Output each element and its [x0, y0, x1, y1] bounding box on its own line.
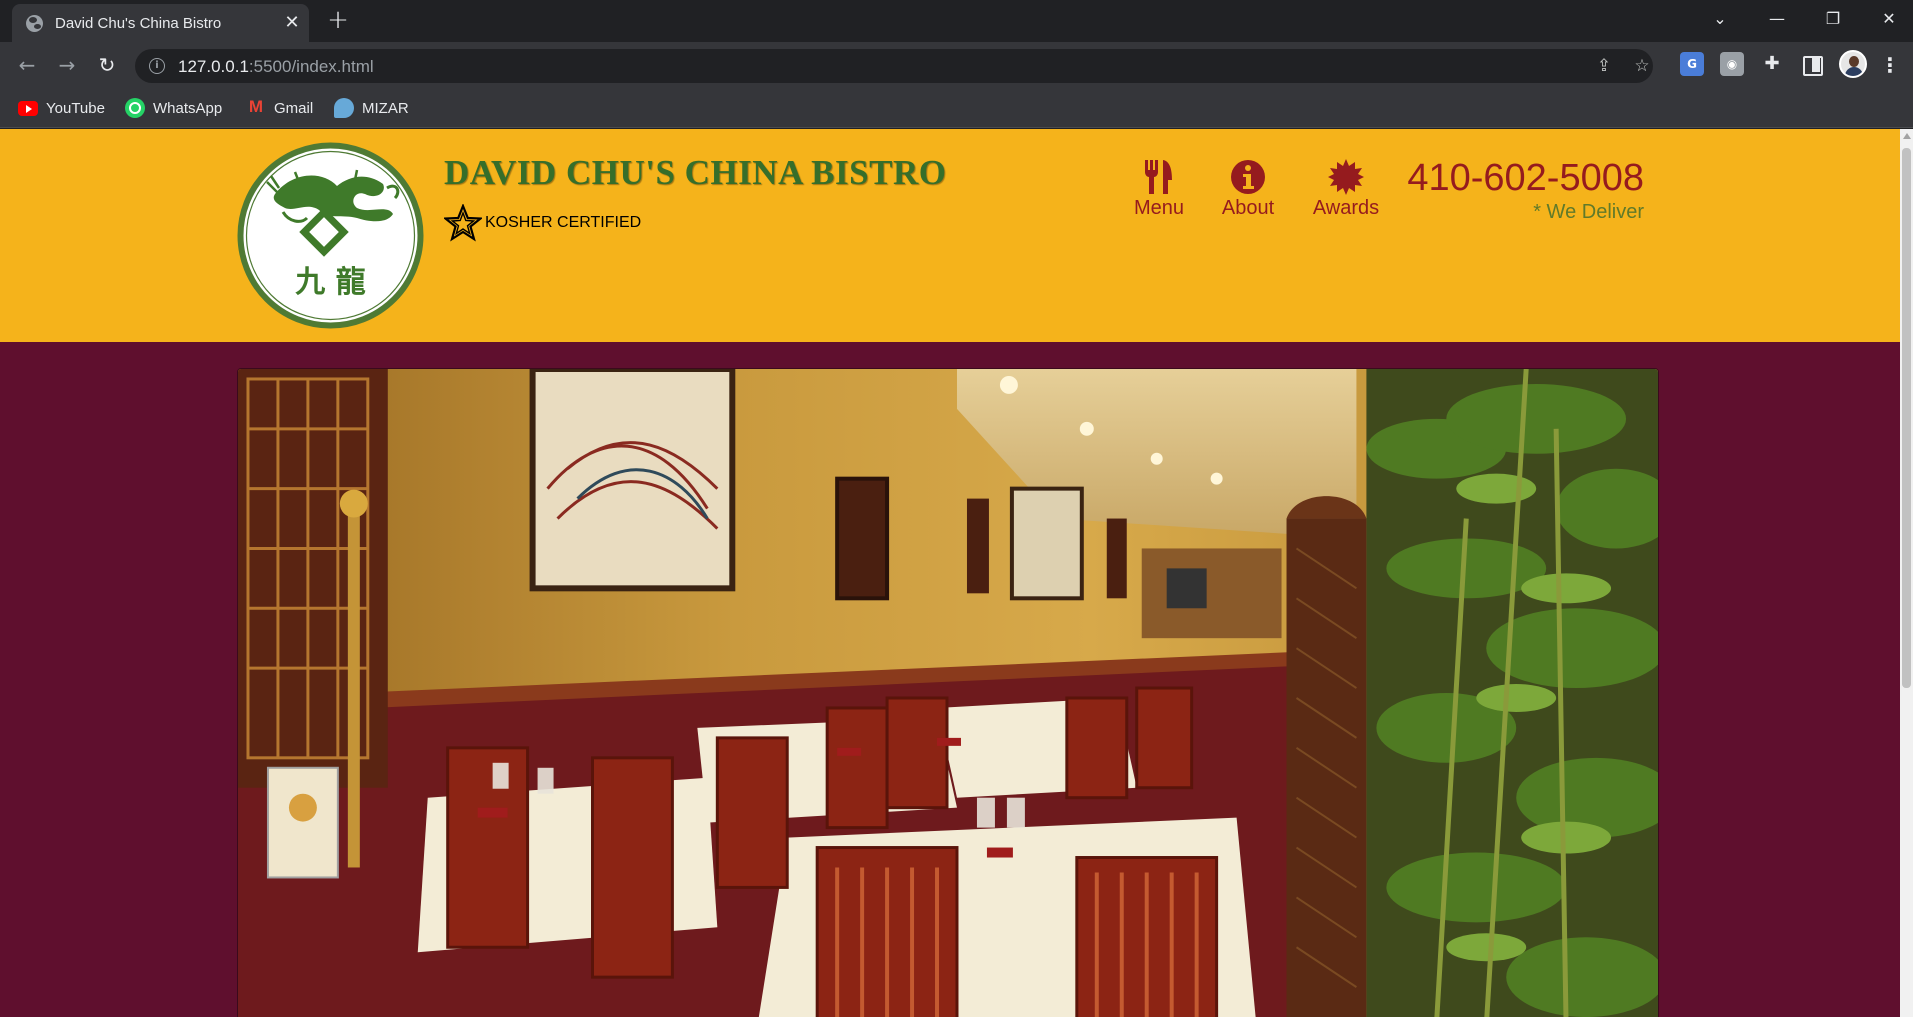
browser-tab-strip: David Chu's China Bistro ✕ + ⌄ — ❐ ✕: [0, 0, 1913, 42]
kosher-badge: KOSHER CERTIFIED: [444, 204, 641, 242]
globe-icon: [26, 15, 43, 32]
bookmark-youtube[interactable]: YouTube: [18, 96, 105, 120]
scroll-up-arrow-icon[interactable]: [1903, 133, 1911, 139]
bookmark-star-icon[interactable]: ☆: [1631, 55, 1653, 77]
brand-name[interactable]: DAVID CHU'S CHINA BISTRO: [444, 153, 946, 193]
fork-knife-icon: [1145, 160, 1172, 194]
page-scrollbar[interactable]: [1900, 129, 1913, 1017]
new-tab-button[interactable]: +: [324, 6, 352, 34]
phone-number[interactable]: 410-602-5008: [1380, 157, 1644, 200]
close-window-button[interactable]: ✕: [1866, 0, 1912, 38]
youtube-icon: [18, 101, 38, 116]
restaurant-interior-photo: [237, 368, 1659, 1017]
whatsapp-icon: [125, 98, 145, 118]
nav-about-label: About: [1221, 197, 1275, 219]
bookmark-label: WhatsApp: [153, 99, 223, 117]
restore-button[interactable]: ❐: [1810, 0, 1856, 38]
browser-menu-icon[interactable]: ⋮: [1880, 52, 1900, 78]
url-host: 127.0.0.1: [178, 57, 249, 76]
award-badge-icon: [1328, 159, 1364, 195]
page-viewport: 九 龍 DAVID CHU'S CHINA BISTRO KOSHER CERT…: [0, 129, 1900, 1017]
bookmark-label: Gmail: [274, 99, 314, 117]
site-header: 九 龍 DAVID CHU'S CHINA BISTRO KOSHER CERT…: [0, 129, 1900, 342]
gmail-icon: [246, 97, 266, 118]
bookmark-label: MIZAR: [362, 99, 409, 117]
logo-characters: 九 龍: [295, 265, 365, 300]
browser-toolbar: ← → ↻ i 127.0.0.1:5500/index.html ⇪ ☆ G …: [0, 42, 1913, 88]
minimize-button[interactable]: —: [1754, 0, 1800, 38]
browser-tab[interactable]: David Chu's China Bistro ✕: [12, 4, 309, 42]
star-icon: [444, 204, 482, 242]
url-text[interactable]: 127.0.0.1:5500/index.html: [178, 57, 374, 77]
scroll-thumb[interactable]: [1902, 148, 1911, 688]
kosher-label: KOSHER CERTIFIED: [485, 214, 642, 231]
nav-about-link[interactable]: About: [1218, 159, 1278, 220]
nav-menu-label: Menu: [1133, 197, 1185, 219]
close-tab-icon[interactable]: ✕: [282, 13, 302, 33]
address-bar[interactable]: i 127.0.0.1:5500/index.html ⇪ ☆: [135, 49, 1653, 83]
share-icon[interactable]: ⇪: [1593, 55, 1615, 77]
profile-avatar[interactable]: [1839, 50, 1867, 78]
bookmark-mizar[interactable]: MIZAR: [334, 96, 409, 120]
url-path: :5500/index.html: [248, 57, 374, 76]
bookmarks-bar: YouTube WhatsApp Gmail MIZAR: [0, 88, 1913, 128]
nav-awards-label: Awards: [1312, 197, 1380, 219]
mizar-icon: [334, 98, 354, 118]
forward-button[interactable]: →: [52, 50, 82, 80]
bookmark-whatsapp[interactable]: WhatsApp: [125, 96, 222, 120]
extensions-puzzle-icon[interactable]: ✚: [1760, 52, 1784, 76]
bookmark-label: YouTube: [46, 99, 105, 117]
nav-awards-link[interactable]: Awards: [1310, 159, 1382, 220]
back-button[interactable]: ←: [12, 50, 42, 80]
info-icon: [1231, 160, 1265, 194]
tab-search-icon[interactable]: ⌄: [1697, 0, 1743, 38]
restaurant-logo[interactable]: 九 龍: [237, 142, 424, 329]
translate-extension-icon[interactable]: G: [1680, 52, 1704, 76]
tab-title: David Chu's China Bistro: [55, 15, 222, 32]
side-panel-icon[interactable]: [1800, 52, 1824, 76]
site-info-icon[interactable]: i: [149, 58, 165, 74]
extension-icon[interactable]: ◉: [1720, 52, 1744, 76]
bookmark-gmail[interactable]: Gmail: [246, 96, 313, 120]
delivery-note: * We Deliver: [1533, 201, 1644, 223]
reload-button[interactable]: ↻: [92, 50, 122, 80]
nav-menu-link[interactable]: Menu: [1133, 159, 1185, 220]
